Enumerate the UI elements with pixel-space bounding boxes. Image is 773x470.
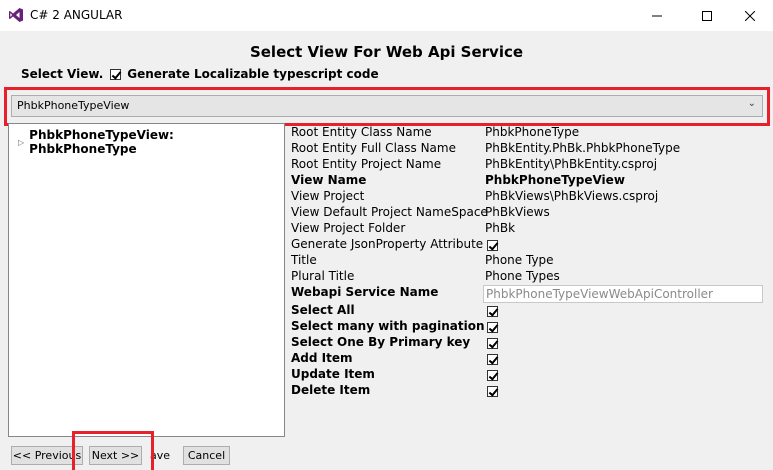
title-bar: C# 2 ANGULAR <box>0 0 773 31</box>
cancel-button[interactable]: Cancel <box>183 446 230 465</box>
property-value: PhBk <box>485 221 516 235</box>
property-label: View Project <box>291 189 365 203</box>
visual-studio-icon <box>9 8 23 22</box>
property-label: Update Item <box>291 367 375 381</box>
cancel-button-label: Cancel <box>187 449 226 462</box>
property-checkbox[interactable] <box>487 240 498 251</box>
property-value: PhBkEntity.PhBk.PhbkPhoneType <box>485 141 681 155</box>
property-value: Phone Types <box>485 269 560 283</box>
maximize-icon <box>702 10 712 21</box>
property-value: PhbkPhoneType <box>485 125 580 139</box>
maximize-button[interactable] <box>684 0 730 31</box>
property-label: Plural Title <box>291 269 355 283</box>
expand-arrow-icon[interactable]: ▷ <box>18 138 24 147</box>
property-label: Select All <box>291 303 355 317</box>
localizable-checkbox[interactable] <box>110 68 122 80</box>
window-title: C# 2 ANGULAR <box>30 8 123 22</box>
property-label: Select One By Primary key <box>291 335 471 349</box>
property-checkbox[interactable] <box>487 306 498 317</box>
property-value: PhBkViews <box>485 205 550 219</box>
property-checkbox[interactable] <box>487 338 498 349</box>
localizable-label: Generate Localizable typescript code <box>127 67 379 81</box>
property-checkbox[interactable] <box>487 354 498 365</box>
close-icon <box>745 10 755 21</box>
chevron-down-icon[interactable]: ⌄ <box>748 98 756 109</box>
view-tree-panel: ▷ PhbkPhoneTypeView: PhbkPhoneType <box>8 123 285 437</box>
select-view-label: Select View. <box>21 67 104 81</box>
property-value: Phone Type <box>485 253 554 267</box>
select-view-row: Select View. Generate Localizable typesc… <box>21 67 379 81</box>
tree-node-label: PhbkPhoneTypeView: PhbkPhoneType <box>29 128 174 156</box>
previous-button-label: << Previous <box>12 449 82 462</box>
property-label: Select many with pagination <box>291 319 485 333</box>
property-label: Title <box>291 253 317 267</box>
property-label: Delete Item <box>291 383 371 397</box>
property-value: PhbkPhoneTypeView <box>485 173 625 187</box>
property-checkbox[interactable] <box>487 386 498 397</box>
property-label: View Name <box>291 173 367 187</box>
property-label: View Project Folder <box>291 221 406 235</box>
property-label: Root Entity Project Name <box>291 157 442 171</box>
property-value: PhBkViews\PhBkViews.csproj <box>485 189 659 203</box>
property-label: View Default Project NameSpace <box>291 205 488 219</box>
view-select-value: PhbkPhoneTypeView <box>17 99 130 112</box>
property-label: Webapi Service Name <box>291 285 439 299</box>
property-checkbox[interactable] <box>487 322 498 333</box>
view-select-combobox[interactable]: PhbkPhoneTypeView ⌄ <box>11 95 763 117</box>
minimize-icon <box>652 15 662 16</box>
webapi-service-name-field[interactable]: PhbkPhoneTypeViewWebApiController <box>483 285 763 303</box>
minimize-button[interactable] <box>634 0 680 31</box>
property-label: Root Entity Class Name <box>291 125 432 139</box>
property-value: PhBkEntity\PhBkEntity.csproj <box>485 157 658 171</box>
tree-node-root[interactable]: ▷ PhbkPhoneTypeView: PhbkPhoneType <box>18 128 284 156</box>
property-label: Add Item <box>291 351 353 365</box>
close-button[interactable] <box>727 0 773 31</box>
property-label: Root Entity Full Class Name <box>291 141 456 155</box>
next-highlight <box>72 431 154 470</box>
property-checkbox[interactable] <box>487 370 498 381</box>
property-label: Generate JsonProperty Attribute <box>291 237 484 251</box>
page-heading: Select View For Web Api Service <box>249 43 524 61</box>
